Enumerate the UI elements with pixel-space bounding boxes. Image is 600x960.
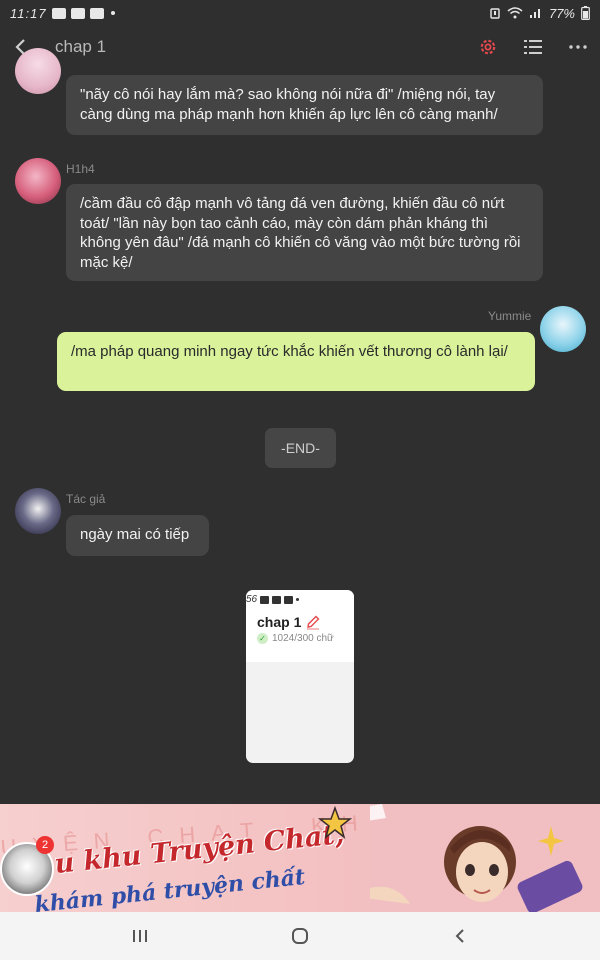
promo-banner[interactable]: UYỆN CHAT, KHÁM PHÁ u khu Truyện Chat, k… (0, 804, 600, 912)
home-icon (292, 928, 308, 944)
notification-dot-icon (296, 598, 300, 601)
check-icon: ✓ (257, 633, 268, 644)
more-dots-icon (568, 45, 587, 49)
sparkle-icon (538, 826, 564, 856)
app-bar: chap 1 (0, 26, 600, 68)
message-bubble: /cầm đầu cô đập mạnh vô tảng đá ven đườn… (66, 184, 543, 281)
status-bar: 11:17 77% (0, 0, 600, 26)
list-icon (523, 40, 542, 54)
battery-percent: 77% (548, 5, 575, 21)
star-sticker-icon (318, 806, 352, 839)
edit-pencil-icon (307, 615, 320, 630)
tiktok-icon (260, 595, 270, 604)
signal-icon (529, 9, 540, 18)
page-title: chap 1 (55, 37, 107, 56)
wifi-icon (507, 7, 523, 19)
battery-icon (581, 6, 590, 20)
recent-apps-icon (133, 930, 147, 942)
message-bubble: ngày mai có tiếp (66, 515, 209, 556)
message-bubble: "nãy cô nói hay lắm mà? sao không nói nữ… (66, 75, 543, 135)
status-time: 11:17 (10, 5, 47, 21)
chapter-list-button[interactable] (510, 27, 555, 67)
recent-apps-button[interactable] (110, 916, 170, 956)
message-bubble: /ma pháp quang minh ngay tức khắc khiến … (57, 332, 535, 391)
avatar[interactable] (15, 488, 61, 534)
avatar[interactable] (15, 158, 61, 204)
settings-gear-icon (480, 39, 495, 55)
attachment-title: chap 1 (257, 614, 302, 630)
zalo-icon (89, 7, 104, 19)
more-options-button[interactable] (555, 27, 600, 67)
image-attachment[interactable]: 56 chap 1 ✓ 1024/300 chữ (246, 590, 354, 763)
alarm-icon (490, 8, 500, 19)
sender-name: Yummie (488, 309, 532, 323)
notification-badge: 2 (36, 836, 54, 854)
home-button[interactable] (270, 916, 330, 956)
settings-button[interactable] (465, 27, 510, 67)
avatar[interactable] (540, 306, 586, 352)
notification-dot-icon (110, 11, 115, 15)
end-marker: -END- (265, 428, 336, 468)
banner-character-art (370, 804, 600, 912)
attachment-status-time: 56 (246, 594, 258, 605)
zalo-icon (51, 7, 66, 19)
word-count: 1024/300 chữ (272, 633, 334, 644)
attachment-status-bar: 56 (246, 594, 354, 605)
youtube-icon (70, 7, 85, 19)
zalo-icon (284, 595, 294, 604)
avatar[interactable] (15, 48, 61, 94)
system-navigation-bar (0, 912, 600, 960)
image-icon (272, 595, 282, 604)
sender-name: Tác giả (66, 492, 106, 506)
system-back-icon (455, 929, 464, 943)
sender-name: H1h4 (66, 162, 95, 176)
system-back-button[interactable] (430, 916, 490, 956)
